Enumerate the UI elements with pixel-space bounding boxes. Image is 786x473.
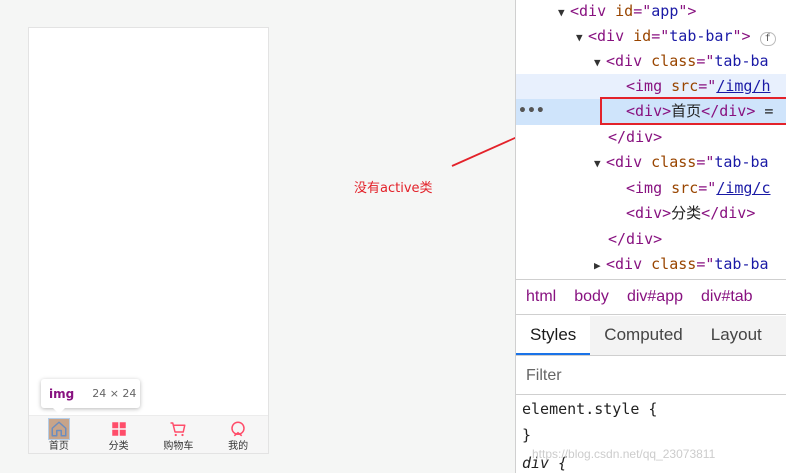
- style-rule-close-brace: }: [522, 426, 532, 444]
- breadcrumb: html body div#app div#tab: [516, 279, 786, 315]
- devtools-tabs: Styles Computed Layout: [516, 316, 786, 356]
- breadcrumb-body[interactable]: body: [574, 288, 609, 306]
- dom-node-div-tab-bar-item-2[interactable]: ▼ <div class="tab-ba: [516, 150, 786, 176]
- collapse-triangle-icon[interactable]: ▼: [576, 26, 588, 50]
- expand-triangle-icon[interactable]: ▶: [594, 254, 606, 278]
- profile-icon: [228, 419, 248, 439]
- tooltip-tag: img: [49, 386, 75, 401]
- home-icon: [47, 418, 70, 440]
- watermark: https://blog.csdn.net/qq_23073811: [532, 447, 716, 461]
- highlight-box: [600, 97, 786, 125]
- annotation-label: 没有active类: [354, 181, 433, 196]
- dom-node-div-tab-bar-item-3[interactable]: ▶ <div class="tab-ba: [516, 252, 786, 278]
- tab-layout[interactable]: Layout: [697, 316, 776, 355]
- collapse-triangle-icon[interactable]: ▼: [594, 152, 606, 176]
- tooltip-caret: [53, 408, 65, 414]
- tab-category-label: 分类: [108, 441, 129, 452]
- collapse-triangle-icon[interactable]: ▼: [594, 51, 606, 75]
- flex-badge[interactable]: f: [759, 32, 776, 46]
- dom-node-img-category[interactable]: <img src="/img/c: [516, 176, 786, 202]
- devtools-panel: ▼ <div id="app"> ▼ <div id="tab-bar"> f ▼ <…: [515, 0, 786, 473]
- cart-icon: [168, 419, 188, 439]
- dom-node-div-app[interactable]: ▼ <div id="app">: [516, 0, 786, 25]
- img-src-link[interactable]: /img/h: [716, 77, 770, 95]
- dom-node-div-category-text[interactable]: <div>分类</div>: [516, 201, 786, 227]
- tab-category[interactable]: 分类: [89, 416, 149, 453]
- dom-node-div-tab-bar-item-1[interactable]: ▼ <div class="tab-ba: [516, 49, 786, 75]
- tab-home[interactable]: 首页: [29, 416, 89, 453]
- dom-node-close-div[interactable]: </div>: [516, 125, 786, 151]
- tab-bar: 首页 分类 购物车 我的: [29, 415, 268, 453]
- breadcrumb-div-tab-bar[interactable]: div#tab: [701, 288, 753, 306]
- element-inspect-tooltip: img 24 × 24: [41, 379, 140, 414]
- more-options-icon[interactable]: •••: [518, 99, 545, 123]
- tab-profile-label: 我的: [228, 441, 249, 452]
- tab-profile[interactable]: 我的: [208, 416, 268, 453]
- styles-filter-input[interactable]: Filter: [516, 357, 786, 395]
- collapse-triangle-icon[interactable]: ▼: [558, 1, 570, 25]
- tab-computed[interactable]: Computed: [590, 316, 696, 355]
- dom-node-div-tab-bar[interactable]: ▼ <div id="tab-bar"> f: [516, 24, 786, 50]
- breadcrumb-div-app[interactable]: div#app: [627, 288, 683, 306]
- category-grid-icon: [109, 419, 129, 439]
- breadcrumb-html[interactable]: html: [526, 288, 556, 306]
- tab-cart[interactable]: 购物车: [149, 416, 209, 453]
- elements-tree: ▼ <div id="app"> ▼ <div id="tab-bar"> f ▼ <…: [516, 0, 786, 278]
- tooltip-dimensions: 24 × 24: [92, 387, 137, 400]
- tab-styles[interactable]: Styles: [516, 316, 591, 355]
- img-src-link[interactable]: /img/c: [716, 179, 770, 197]
- styles-pane: element.style { } div {: [516, 396, 786, 473]
- dom-node-close-div[interactable]: </div>: [516, 227, 786, 253]
- style-rule-element-style[interactable]: element.style {: [522, 400, 657, 418]
- tab-home-label: 首页: [48, 441, 69, 452]
- tab-cart-label: 购物车: [163, 441, 194, 452]
